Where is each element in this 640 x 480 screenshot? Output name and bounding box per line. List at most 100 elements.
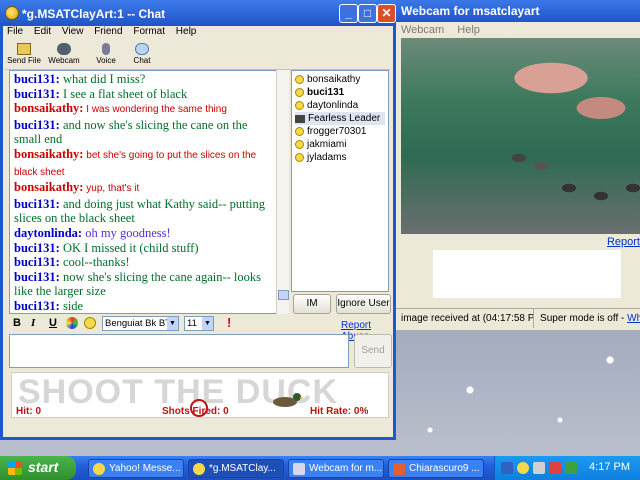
- chevron-down-icon: ▼: [167, 317, 178, 330]
- ad-banner[interactable]: SHOOT THE DUCK Hit: 0 Shots Fired: 0 Hit…: [11, 372, 389, 418]
- webcam-menu-webcam[interactable]: Webcam: [401, 24, 444, 36]
- webcam-statusbar: image received at (04:17:58 PM) Super mo…: [395, 308, 640, 328]
- message-sender[interactable]: daytonlinda:: [14, 226, 82, 240]
- windows-logo-icon: [8, 461, 22, 475]
- member-name: Fearless Leader: [308, 113, 381, 124]
- webcam-menu-help[interactable]: Help: [457, 24, 480, 36]
- ignore-user-button[interactable]: Ignore User: [336, 294, 391, 314]
- voice-label: Voice: [96, 56, 116, 65]
- start-button[interactable]: start: [0, 456, 76, 480]
- chat-button[interactable]: Chat: [125, 42, 159, 65]
- taskbar-item-chat[interactable]: *g.MSATClay...: [188, 459, 284, 478]
- message-sender[interactable]: buci131:: [14, 118, 60, 132]
- maximize-button[interactable]: □: [358, 4, 377, 23]
- start-label: start: [28, 459, 59, 475]
- font-select-value: Benguiat Bk BT: [105, 318, 172, 329]
- message-text: I see a flat sheet of black: [59, 86, 188, 101]
- webcam-icon: [57, 43, 71, 55]
- webcam-report-link[interactable]: Report: [607, 236, 640, 248]
- voice-button[interactable]: Voice: [89, 42, 123, 65]
- chat-titlebar[interactable]: *g.MSATClayArt:1 -- Chat _ □ ✕: [0, 0, 396, 26]
- webcam-info-box: [433, 250, 621, 298]
- send-file-button[interactable]: Send File: [7, 42, 41, 65]
- super-mode-link[interactable]: What: [627, 313, 640, 324]
- member-name: jakmiami: [307, 139, 347, 150]
- chat-message: buci131: OK I missed it (child stuff): [14, 241, 277, 256]
- webcam-window-title[interactable]: Webcam for msatclayart: [395, 0, 640, 22]
- smiley-icon: [295, 140, 304, 149]
- webcam-label: Webcam: [48, 56, 80, 65]
- color-palette-icon[interactable]: [66, 317, 78, 329]
- sound-icon[interactable]: [533, 462, 545, 474]
- member-name: frogger70301: [307, 126, 367, 137]
- network-icon[interactable]: [501, 462, 513, 474]
- message-sender[interactable]: buci131:: [14, 241, 60, 255]
- member-list-item[interactable]: buci131: [295, 86, 385, 99]
- antivirus-icon[interactable]: [549, 462, 561, 474]
- chat-window-title: *g.MSATClayArt:1 -- Chat: [22, 7, 166, 21]
- webcam-icon: [293, 463, 305, 475]
- taskbar-item-label: Chiarascuro9 ...: [409, 463, 480, 474]
- clock[interactable]: 4:17 PM: [589, 461, 630, 473]
- message-sender[interactable]: buci131:: [14, 255, 60, 269]
- chat-message-log[interactable]: buci131: what did I miss? buci131: I see …: [9, 70, 282, 314]
- taskbar-item-chiarascuro[interactable]: Chiarascuro9 ...: [388, 459, 484, 478]
- bold-button[interactable]: B: [13, 317, 21, 329]
- im-button[interactable]: IM: [293, 294, 331, 314]
- emoticon-icon[interactable]: [84, 317, 96, 329]
- message-sender[interactable]: bonsaikathy:: [14, 101, 83, 115]
- menu-file[interactable]: File: [7, 26, 23, 37]
- message-sender[interactable]: buci131:: [14, 197, 60, 211]
- super-mode-text: Super mode is off -: [540, 313, 628, 324]
- chat-member-list[interactable]: bonsaikathy buci131 daytonlinda Fearless Le…: [291, 70, 389, 292]
- member-list-item[interactable]: Fearless Leader: [295, 112, 385, 125]
- member-list-item[interactable]: jakmiami: [295, 138, 385, 151]
- member-list-item[interactable]: daytonlinda: [295, 99, 385, 112]
- member-name: daytonlinda: [307, 100, 359, 111]
- close-button[interactable]: ✕: [377, 4, 396, 23]
- menu-help[interactable]: Help: [176, 26, 197, 37]
- minimize-button[interactable]: _: [339, 4, 358, 23]
- member-list-item[interactable]: bonsaikathy: [295, 73, 385, 86]
- monitor-icon[interactable]: [565, 462, 577, 474]
- chat-log-scrollbar[interactable]: [276, 70, 289, 314]
- menu-format[interactable]: Format: [133, 26, 165, 37]
- message-sender[interactable]: bonsaikathy:: [14, 180, 83, 194]
- taskbar-item-yahoo-messenger[interactable]: Yahoo! Messe...: [88, 459, 184, 478]
- chat-message: buci131: and doing just what Kathy said-…: [14, 197, 277, 226]
- message-sender[interactable]: buci131:: [14, 270, 60, 284]
- underline-button[interactable]: U: [49, 317, 57, 329]
- message-sender[interactable]: buci131:: [14, 299, 60, 313]
- scrollbar-thumb[interactable]: [278, 290, 289, 300]
- taskbar-item-label: *g.MSATClay...: [209, 463, 276, 474]
- member-list-item[interactable]: frogger70301: [295, 125, 385, 138]
- message-text: what did I miss?: [59, 72, 146, 86]
- chevron-down-icon: ▼: [202, 317, 213, 330]
- message-text: oh my goodness!: [82, 225, 171, 240]
- messenger-smiley-icon: [193, 463, 205, 475]
- message-sender[interactable]: bonsaikathy:: [14, 147, 83, 161]
- menu-edit[interactable]: Edit: [34, 26, 51, 37]
- image-received-status: image received at (04:17:58 PM): [395, 309, 535, 328]
- microphone-icon: [102, 43, 110, 55]
- format-toolbar: B I U Benguiat Bk BT ▼ 11 ▼ !: [9, 315, 393, 333]
- taskbar: start Yahoo! Messe... *g.MSATClay... Web…: [0, 456, 640, 480]
- chat-message: buci131: what did I miss?: [14, 72, 277, 87]
- messenger-tray-icon[interactable]: [517, 462, 529, 474]
- message-sender[interactable]: buci131:: [14, 72, 60, 86]
- webcam-window: Webcam for msatclayart Webcam Help Repor…: [392, 0, 640, 330]
- menu-view[interactable]: View: [62, 26, 84, 37]
- message-input[interactable]: [9, 334, 349, 368]
- message-sender[interactable]: buci131:: [14, 87, 60, 101]
- menu-friend[interactable]: Friend: [94, 26, 122, 37]
- member-name: bonsaikathy: [307, 74, 361, 85]
- member-list-item[interactable]: jyladams: [295, 151, 385, 164]
- alert-icon[interactable]: !: [227, 315, 231, 330]
- font-select[interactable]: Benguiat Bk BT ▼: [102, 316, 179, 331]
- taskbar-item-webcam[interactable]: Webcam for m...: [288, 459, 384, 478]
- font-size-select[interactable]: 11 ▼: [184, 316, 214, 331]
- send-button[interactable]: Send: [354, 334, 392, 368]
- chat-message: daytonlinda: oh my goodness!: [14, 226, 277, 241]
- italic-button[interactable]: I: [31, 317, 35, 329]
- webcam-button[interactable]: Webcam: [47, 42, 81, 65]
